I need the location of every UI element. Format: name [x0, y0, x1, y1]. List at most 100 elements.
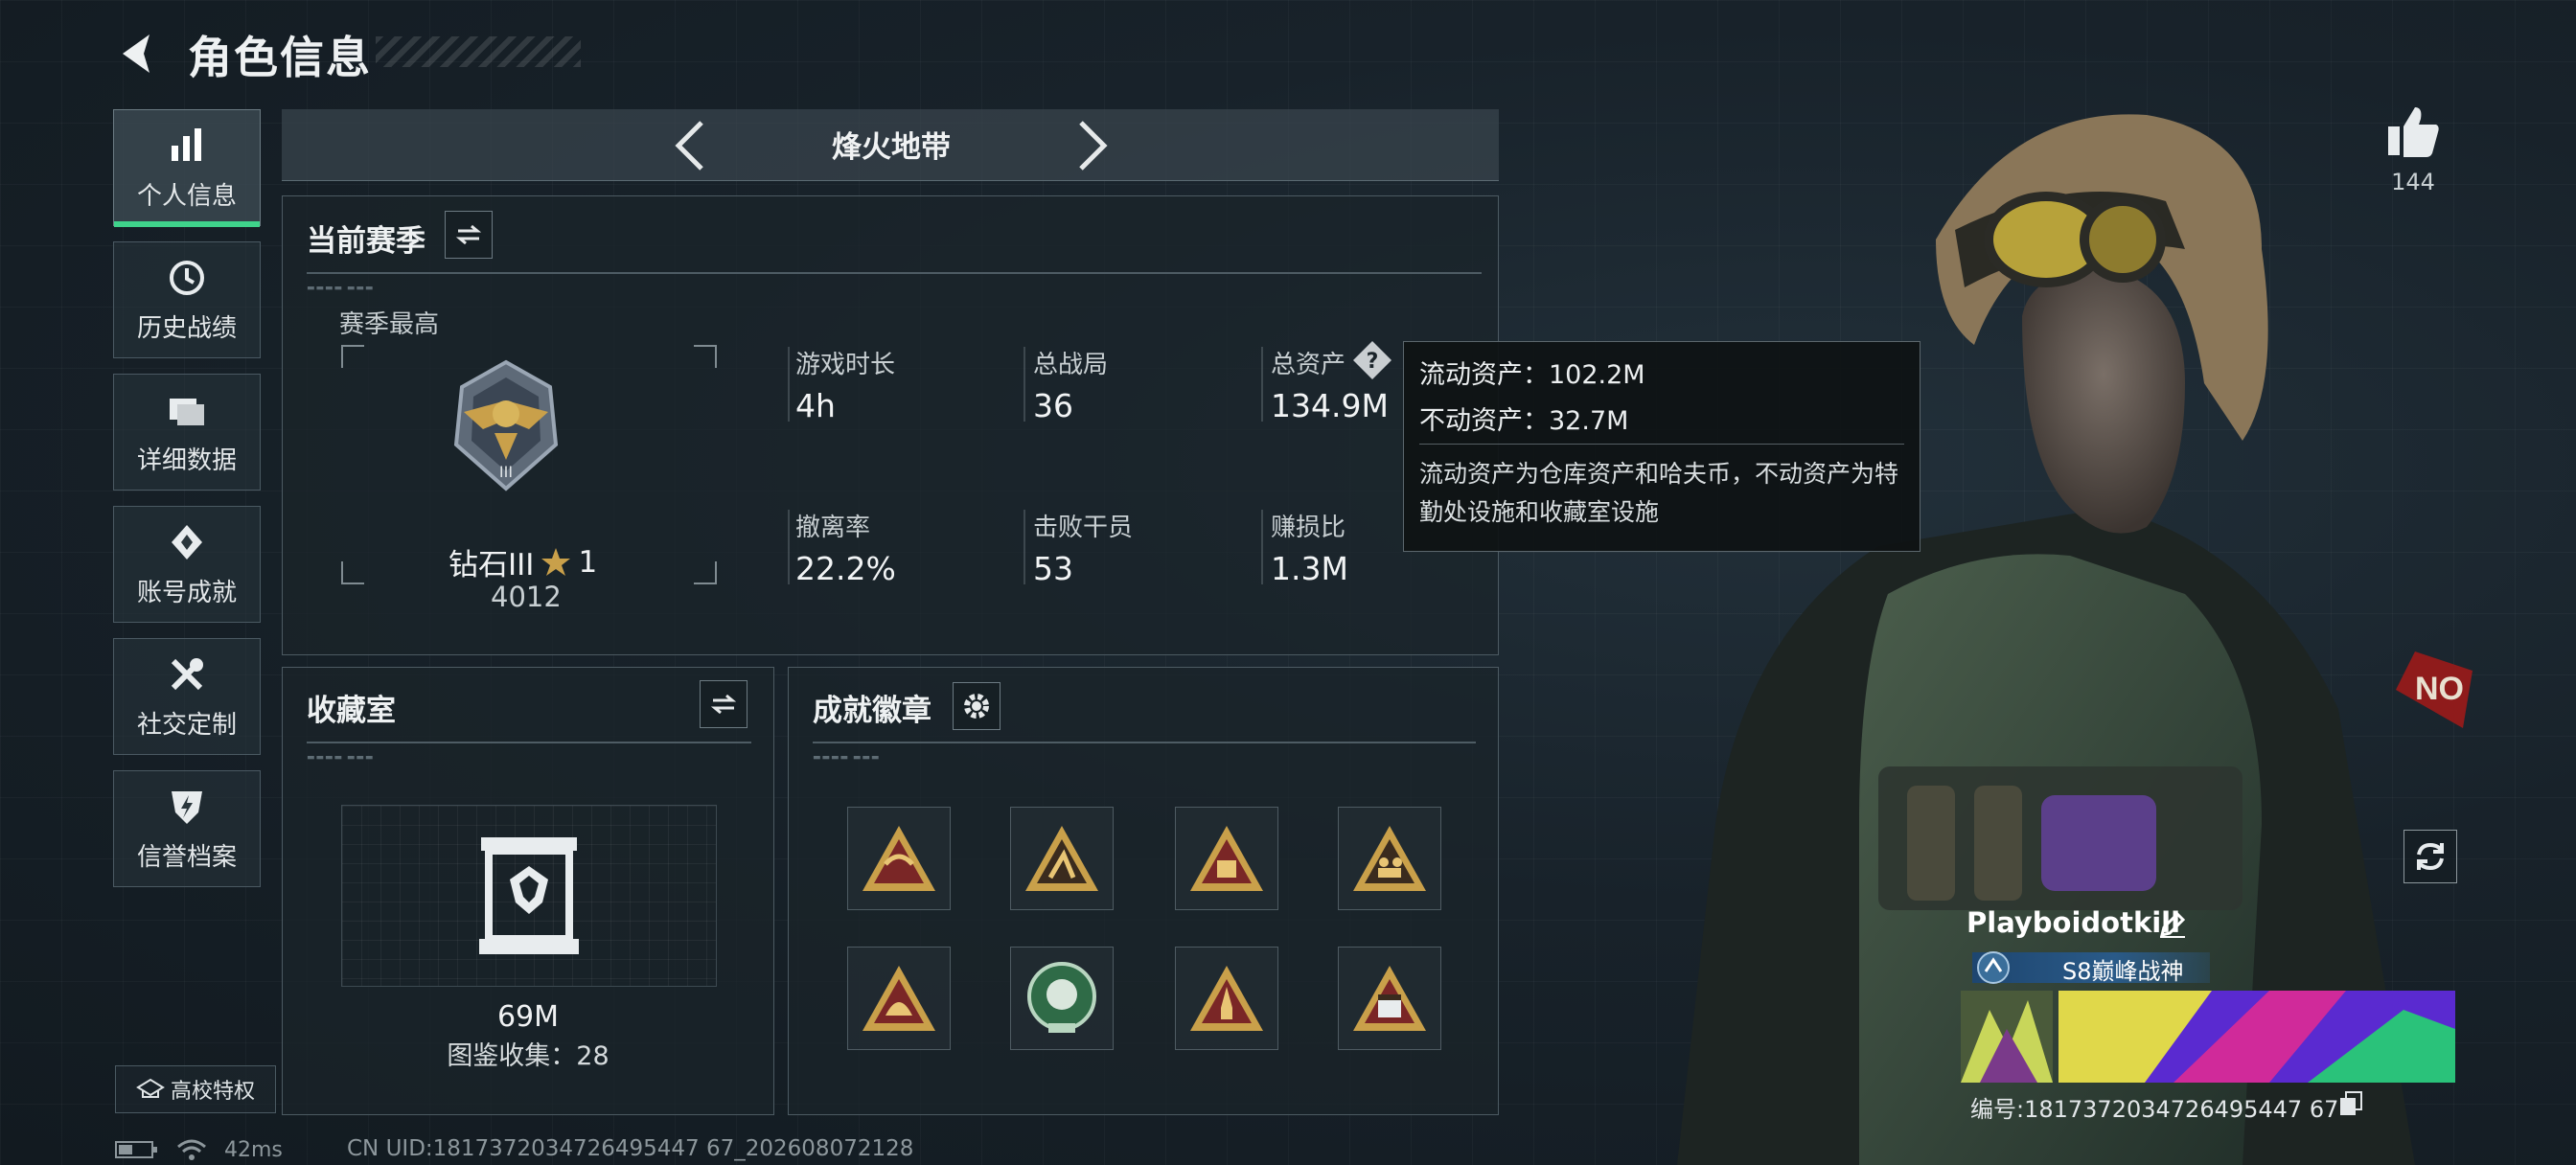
badge-slot[interactable]: [1175, 947, 1278, 1050]
divider: [813, 742, 1476, 743]
stat-separator: [1024, 347, 1025, 422]
rank-stars: 1: [578, 544, 598, 580]
rocket-badge-icon: [1190, 966, 1263, 1031]
soldiers-badge-icon: [1353, 826, 1426, 891]
collection-switch-button[interactable]: [700, 680, 748, 728]
package-badge-icon: [1190, 826, 1263, 891]
badge-slot[interactable]: [1010, 947, 1114, 1050]
catalog-count: 图鉴收集：28: [447, 1041, 610, 1071]
rank-emblem-icon: III: [453, 359, 559, 491]
wifi-icon: [177, 1139, 206, 1160]
sidebar-item-personal-info[interactable]: 个人信息: [113, 109, 261, 227]
edit-pencil-icon[interactable]: [2158, 910, 2187, 939]
extract-rate-value: 22.2%: [795, 550, 896, 587]
swap-icon: [455, 224, 482, 245]
badges-settings-button[interactable]: [953, 682, 1000, 730]
kills-value: 53: [1033, 550, 1073, 587]
stat-separator: [1261, 347, 1263, 422]
achievement-icon: [172, 524, 202, 560]
refresh-icon: [2417, 842, 2444, 871]
battery-icon: [115, 1141, 157, 1158]
stat-separator: [788, 510, 790, 584]
gear-icon: [964, 694, 989, 719]
frame-corner: [341, 561, 364, 584]
help-icon[interactable]: ?: [1351, 339, 1393, 381]
banner-card-image[interactable]: [2058, 991, 2455, 1083]
play-time-label: 游戏时长: [795, 351, 896, 379]
folders-icon: [170, 398, 204, 425]
title-decoration: [376, 36, 581, 67]
copy-icon[interactable]: [2338, 1090, 2363, 1117]
sidebar-item-label: 账号成就: [136, 578, 237, 607]
display-case-icon: [479, 837, 579, 954]
play-time-value: 4h: [795, 387, 836, 424]
season-switch-button[interactable]: [445, 211, 493, 259]
badge-slot[interactable]: [1175, 807, 1278, 910]
thumbs-up-icon[interactable]: [2384, 103, 2442, 159]
assets-tooltip: 流动资产：102.2M 不动资产：32.7M 流动资产为仓库资产和哈夫币，不动资…: [1403, 341, 1920, 552]
svg-text:NO: NO: [2415, 671, 2464, 707]
decor-text: ▬▬▬▬ ▬▬▬: [813, 753, 881, 763]
collection-value: 69M: [496, 1000, 560, 1034]
planet-badge-icon: [1027, 962, 1096, 1033]
profit-ratio-label: 赚损比: [1271, 514, 1346, 542]
stat-separator: [788, 347, 790, 422]
swap-icon: [710, 694, 737, 715]
sidebar-item-achievements[interactable]: 账号成就: [113, 506, 261, 623]
avatar-card-image[interactable]: [1961, 991, 2053, 1083]
bar-chart-icon: [172, 127, 201, 161]
sidebar-item-label: 历史战绩: [136, 313, 237, 343]
uid-text: CN UID:1817372034726495447 67_2026080721…: [347, 1136, 914, 1161]
badge-slot[interactable]: [1338, 807, 1441, 910]
sidebar-item-history[interactable]: 历史战绩: [113, 241, 261, 358]
svg-text:III: III: [499, 463, 513, 481]
svg-text:?: ?: [1367, 350, 1379, 374]
rank-points: 4012: [491, 581, 562, 613]
kills-label: 击败干员: [1033, 514, 1134, 542]
shield-icon: [172, 790, 202, 824]
decor-text: ▬▬▬▬ ▬▬▬: [307, 753, 375, 763]
matches-label: 总战局: [1033, 351, 1109, 379]
badge-slot[interactable]: [1010, 807, 1114, 910]
sidebar-item-reputation[interactable]: 信誉档案: [113, 770, 261, 887]
ping-text: 42ms: [224, 1137, 283, 1162]
mode-name: 烽火地带: [832, 130, 951, 165]
school-privilege-button[interactable]: 高校特权: [115, 1065, 276, 1113]
sidebar-item-label: 个人信息: [136, 181, 237, 211]
liquid-assets: 流动资产：102.2M: [1419, 360, 1645, 390]
badge-slot[interactable]: [847, 807, 951, 910]
season-title: 当前赛季: [307, 224, 426, 259]
sidebar-item-label: 社交定制: [136, 710, 237, 740]
sidebar-item-social[interactable]: 社交定制: [113, 638, 261, 755]
stat-separator: [1261, 510, 1263, 584]
chevron-right-icon[interactable]: [1073, 119, 1112, 172]
badge-slot[interactable]: [1338, 947, 1441, 1050]
frame-corner: [341, 345, 364, 368]
rank-title-emblem-icon: [1977, 951, 2010, 984]
player-id: 编号:1817372034726495447 67: [1970, 1096, 2339, 1123]
collection-title: 收藏室: [307, 694, 396, 728]
sidebar-item-details[interactable]: 详细数据: [113, 374, 261, 491]
status-bar: 42ms: [115, 1136, 283, 1163]
paratrooper-badge-icon: [862, 826, 935, 891]
calendar-badge-icon: [1353, 966, 1426, 1031]
matches-value: 36: [1033, 387, 1073, 424]
season-best-label: 赛季最高: [339, 310, 440, 339]
refresh-button[interactable]: [2404, 830, 2457, 883]
rank-title: S8巅峰战神: [2062, 958, 2184, 985]
back-arrow-icon[interactable]: [113, 29, 161, 79]
tooltip-divider: [1419, 444, 1904, 445]
sidebar-item-label: 信誉档案: [136, 842, 237, 872]
divider: [307, 742, 751, 743]
badge-slot[interactable]: [847, 947, 951, 1050]
page-title: 角色信息: [188, 32, 372, 83]
assets-label: 总资产: [1271, 351, 1346, 379]
climber-badge-icon: [1025, 826, 1098, 891]
badges-title: 成就徽章: [813, 694, 932, 728]
school-privilege-label: 高校特权: [170, 1080, 255, 1104]
wrench-icon: [171, 657, 203, 690]
frame-corner: [694, 345, 717, 368]
sidebar-item-label: 详细数据: [136, 445, 237, 475]
helmet-badge-icon: [862, 966, 935, 1031]
chevron-left-icon[interactable]: [671, 119, 709, 172]
